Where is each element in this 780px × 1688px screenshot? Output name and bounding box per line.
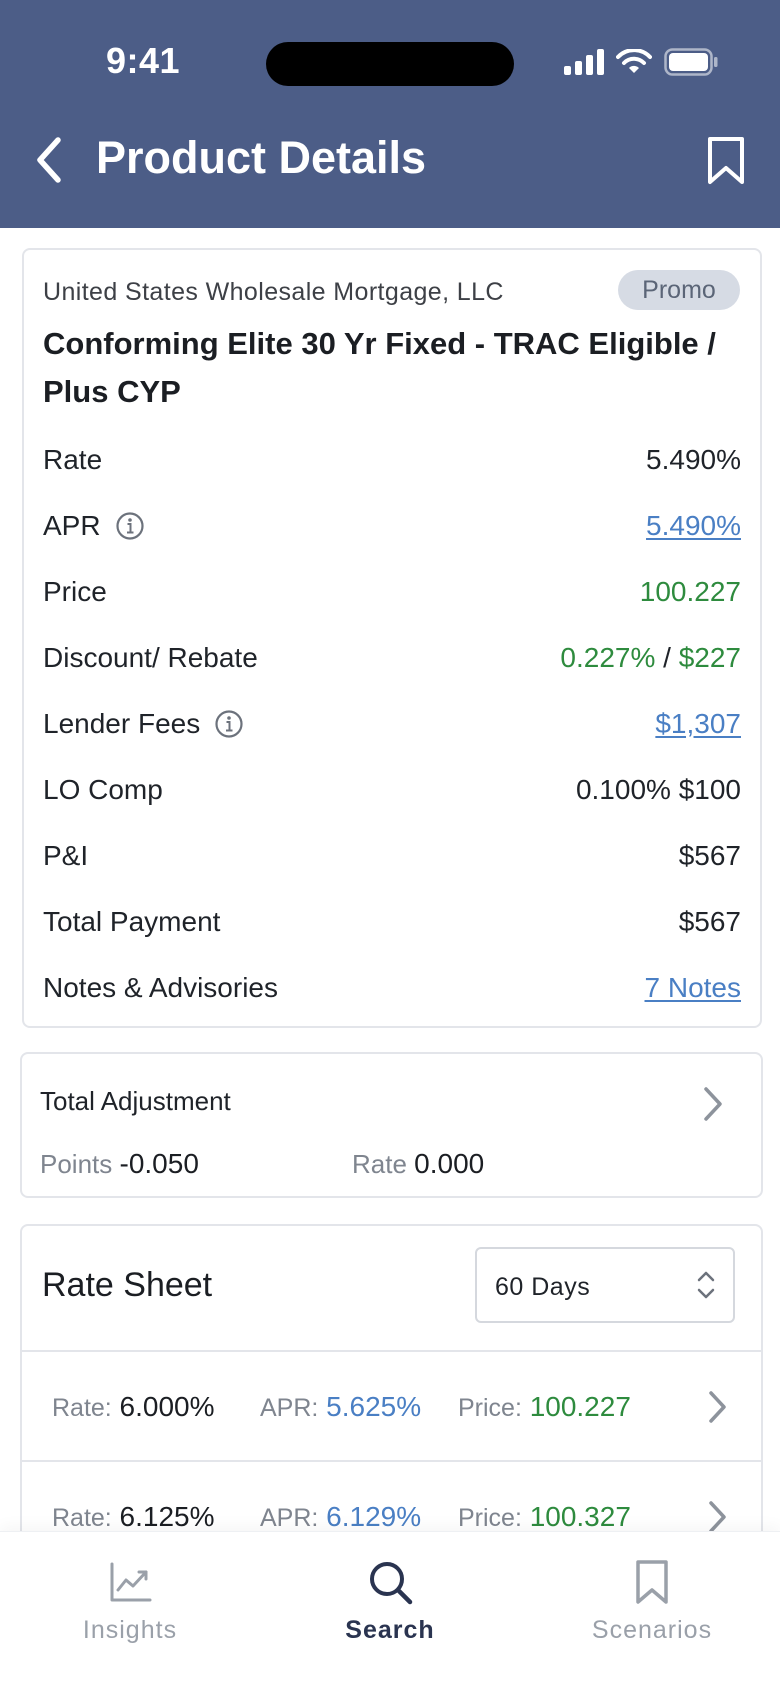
points-value: -0.050 <box>119 1148 199 1179</box>
price-label: Price: <box>458 1394 522 1422</box>
lo-comp-value: 0.100% $100 <box>575 774 741 805</box>
price-value: 100.327 <box>529 1501 631 1532</box>
chevron-right-icon[interactable] <box>707 1499 729 1535</box>
tab-bar: Insights Search Scenarios <box>0 1532 780 1688</box>
row-apr: APR: 5.625% <box>260 1391 421 1423</box>
info-icon[interactable] <box>115 511 145 541</box>
adjustment-points: Points -0.050 <box>40 1148 199 1180</box>
lender-name: United States Wholesale Mortgage, LLC <box>43 278 504 306</box>
adjustment-rate: Rate 0.000 <box>352 1148 484 1180</box>
lender-fees-link[interactable]: $1,307 <box>655 708 741 740</box>
status-icons <box>564 48 718 76</box>
total-payment-label: Total Payment <box>43 906 221 937</box>
rate-row: Rate 5.490% <box>43 438 741 482</box>
rate-value: 6.000% <box>119 1391 215 1422</box>
rate-label: Rate: <box>52 1394 112 1422</box>
lender-fees-row: Lender Fees $1,307 <box>43 702 741 746</box>
notes-link[interactable]: 7 Notes <box>645 972 742 1004</box>
rate-label: Rate: <box>52 1504 112 1532</box>
notes-label: Notes & Advisories <box>43 972 278 1003</box>
back-chevron-icon[interactable] <box>28 130 72 190</box>
tab-insights-label: Insights <box>82 1616 178 1644</box>
total-adjustment-card[interactable]: Total Adjustment Points -0.050 Rate 0.00… <box>20 1052 763 1198</box>
row-price: Price: 100.227 <box>458 1391 631 1423</box>
discount-separator: / <box>663 642 671 673</box>
adj-rate-label: Rate <box>352 1149 407 1179</box>
battery-icon <box>664 48 718 76</box>
pi-label: P&I <box>43 840 89 871</box>
discount-amount: $227 <box>678 642 741 673</box>
discount-value: 0.227% / $227 <box>560 642 741 674</box>
price-label: Price: <box>458 1504 522 1532</box>
lender-fees-label-group: Lender Fees <box>43 708 244 740</box>
apr-label: APR <box>43 510 101 541</box>
adj-rate-value: 0.000 <box>414 1148 485 1179</box>
app-header: 9:41 Product Details <box>0 0 780 228</box>
pi-value: $567 <box>678 840 741 871</box>
price-label: Price <box>43 576 107 607</box>
row-price: Price: 100.327 <box>458 1501 631 1533</box>
apr-value-link[interactable]: 5.490% <box>646 510 741 542</box>
notes-row: Notes & Advisories 7 Notes <box>43 966 741 1010</box>
status-time: 9:41 <box>106 40 181 81</box>
apr-label: APR: <box>260 1504 319 1532</box>
total-payment-value: $567 <box>678 906 741 937</box>
lo-comp-row: LO Comp 0.100% $100 <box>43 768 741 812</box>
promo-badge: Promo <box>618 270 740 310</box>
cellular-signal-icon <box>564 49 604 75</box>
points-label: Points <box>40 1149 113 1179</box>
rate-label: Rate <box>43 444 103 475</box>
price-value: 100.227 <box>639 576 741 607</box>
lender-fees-label: Lender Fees <box>43 708 201 739</box>
page-title: Product Details <box>96 132 427 183</box>
apr-row: APR 5.490% <box>43 504 741 548</box>
tab-search-label: Search <box>345 1616 435 1644</box>
dynamic-island <box>266 42 514 86</box>
row-rate: Rate: 6.000% <box>52 1391 215 1423</box>
apr-value: 6.129% <box>326 1501 422 1532</box>
chevron-updown-icon <box>697 1271 715 1299</box>
chart-icon <box>110 1562 152 1602</box>
tab-insights[interactable]: Insights <box>30 1532 230 1688</box>
apr-label-group: APR <box>43 510 145 542</box>
lock-period-value: 60 Days <box>495 1273 591 1301</box>
tab-scenarios-label: Scenarios <box>591 1616 713 1644</box>
rate-value: 6.125% <box>119 1501 215 1532</box>
discount-pct: 0.227% <box>560 642 656 673</box>
total-payment-row: Total Payment $567 <box>43 900 741 944</box>
rate-sheet-title: Rate Sheet <box>42 1266 213 1304</box>
rate-sheet-row[interactable]: Rate: 6.000% APR: 5.625% Price: 100.227 <box>22 1352 761 1462</box>
bookmark-icon[interactable] <box>706 136 746 186</box>
apr-value: 5.625% <box>326 1391 422 1422</box>
product-card: United States Wholesale Mortgage, LLC Pr… <box>22 248 762 1028</box>
tab-scenarios[interactable]: Scenarios <box>552 1532 752 1688</box>
discount-label: Discount/ Rebate <box>43 642 258 673</box>
bookmark-icon <box>636 1560 668 1604</box>
row-rate: Rate: 6.125% <box>52 1501 215 1533</box>
info-icon[interactable] <box>214 709 244 739</box>
price-row: Price 100.227 <box>43 570 741 614</box>
apr-label: APR: <box>260 1394 319 1422</box>
discount-row: Discount/ Rebate 0.227% / $227 <box>43 636 741 680</box>
product-name: Conforming Elite 30 Yr Fixed - TRAC Elig… <box>43 326 716 409</box>
wifi-icon <box>616 49 652 73</box>
rate-value: 5.490% <box>646 444 741 475</box>
lock-period-select[interactable]: 60 Days <box>475 1247 735 1323</box>
row-apr: APR: 6.129% <box>260 1501 421 1533</box>
search-icon <box>370 1562 413 1605</box>
lo-comp-label: LO Comp <box>43 774 163 805</box>
tab-search[interactable]: Search <box>290 1532 490 1688</box>
price-value: 100.227 <box>529 1391 631 1422</box>
chevron-right-icon[interactable] <box>707 1389 729 1425</box>
adjustment-title: Total Adjustment <box>40 1086 231 1116</box>
chevron-right-icon[interactable] <box>701 1084 725 1124</box>
pi-row: P&I $567 <box>43 834 741 878</box>
